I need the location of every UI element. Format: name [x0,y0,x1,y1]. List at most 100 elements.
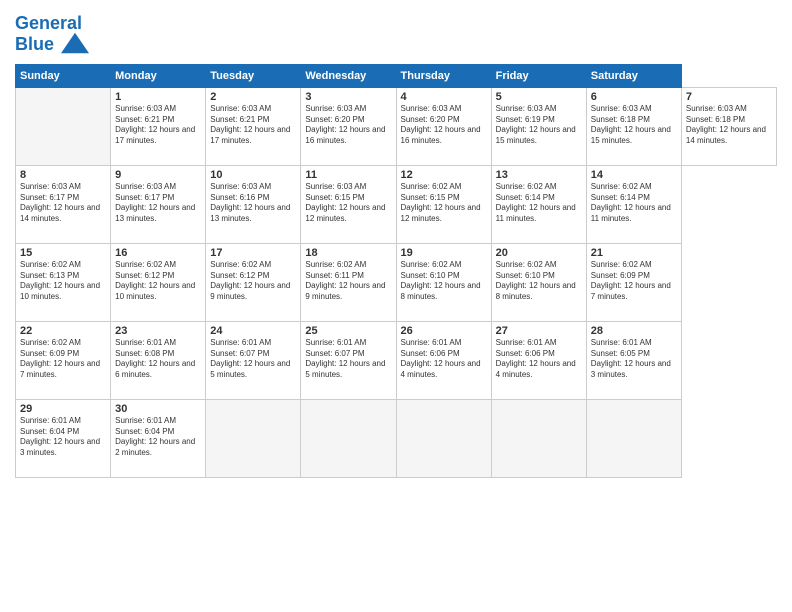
day-number: 11 [305,169,391,181]
day-info: Sunrise: 6:02 AMSunset: 6:15 PMDaylight:… [401,182,487,225]
day-number: 17 [210,247,296,259]
calendar-cell: 18Sunrise: 6:02 AMSunset: 6:11 PMDayligh… [301,243,396,321]
day-info: Sunrise: 6:03 AMSunset: 6:16 PMDaylight:… [210,182,296,225]
day-info: Sunrise: 6:01 AMSunset: 6:07 PMDaylight:… [305,338,391,381]
calendar-cell: 7Sunrise: 6:03 AMSunset: 6:18 PMDaylight… [681,87,776,165]
day-number: 5 [496,91,582,103]
day-number: 16 [115,247,201,259]
day-number: 2 [210,91,296,103]
day-info: Sunrise: 6:03 AMSunset: 6:18 PMDaylight:… [686,104,772,147]
calendar-cell: 2Sunrise: 6:03 AMSunset: 6:21 PMDaylight… [206,87,301,165]
calendar-cell: 19Sunrise: 6:02 AMSunset: 6:10 PMDayligh… [396,243,491,321]
day-info: Sunrise: 6:02 AMSunset: 6:14 PMDaylight:… [496,182,582,225]
day-info: Sunrise: 6:02 AMSunset: 6:10 PMDaylight:… [496,260,582,303]
day-info: Sunrise: 6:02 AMSunset: 6:12 PMDaylight:… [115,260,201,303]
day-info: Sunrise: 6:03 AMSunset: 6:18 PMDaylight:… [591,104,677,147]
calendar-cell: 17Sunrise: 6:02 AMSunset: 6:12 PMDayligh… [206,243,301,321]
calendar-cell: 14Sunrise: 6:02 AMSunset: 6:14 PMDayligh… [586,165,681,243]
calendar-cell: 26Sunrise: 6:01 AMSunset: 6:06 PMDayligh… [396,321,491,399]
calendar-cell: 1Sunrise: 6:03 AMSunset: 6:21 PMDaylight… [111,87,206,165]
day-info: Sunrise: 6:03 AMSunset: 6:15 PMDaylight:… [305,182,391,225]
calendar-cell [586,399,681,477]
logo-blue: Blue [15,34,54,54]
day-number: 29 [20,403,106,415]
calendar-cell [491,399,586,477]
calendar-cell: 27Sunrise: 6:01 AMSunset: 6:06 PMDayligh… [491,321,586,399]
day-number: 1 [115,91,201,103]
col-header-thursday: Thursday [396,64,491,87]
day-info: Sunrise: 6:02 AMSunset: 6:09 PMDaylight:… [20,338,106,381]
day-number: 7 [686,91,772,103]
col-header-friday: Friday [491,64,586,87]
col-header-tuesday: Tuesday [206,64,301,87]
col-header-monday: Monday [111,64,206,87]
calendar-cell: 6Sunrise: 6:03 AMSunset: 6:18 PMDaylight… [586,87,681,165]
day-info: Sunrise: 6:01 AMSunset: 6:08 PMDaylight:… [115,338,201,381]
day-number: 20 [496,247,582,259]
day-number: 13 [496,169,582,181]
day-number: 4 [401,91,487,103]
calendar-cell: 21Sunrise: 6:02 AMSunset: 6:09 PMDayligh… [586,243,681,321]
day-number: 27 [496,325,582,337]
calendar-cell: 9Sunrise: 6:03 AMSunset: 6:17 PMDaylight… [111,165,206,243]
day-number: 23 [115,325,201,337]
day-info: Sunrise: 6:03 AMSunset: 6:17 PMDaylight:… [20,182,106,225]
day-info: Sunrise: 6:02 AMSunset: 6:11 PMDaylight:… [305,260,391,303]
day-number: 25 [305,325,391,337]
calendar-cell: 10Sunrise: 6:03 AMSunset: 6:16 PMDayligh… [206,165,301,243]
col-header-wednesday: Wednesday [301,64,396,87]
calendar-cell: 20Sunrise: 6:02 AMSunset: 6:10 PMDayligh… [491,243,586,321]
day-number: 3 [305,91,391,103]
empty-cell [16,87,111,165]
day-number: 10 [210,169,296,181]
day-number: 26 [401,325,487,337]
logo-general: General [15,13,82,33]
day-info: Sunrise: 6:01 AMSunset: 6:06 PMDaylight:… [496,338,582,381]
day-number: 8 [20,169,106,181]
logo: General Blue [15,14,89,56]
day-info: Sunrise: 6:01 AMSunset: 6:07 PMDaylight:… [210,338,296,381]
day-number: 21 [591,247,677,259]
calendar-table: SundayMondayTuesdayWednesdayThursdayFrid… [15,64,777,478]
day-number: 9 [115,169,201,181]
day-number: 18 [305,247,391,259]
calendar-cell [396,399,491,477]
day-number: 15 [20,247,106,259]
day-number: 14 [591,169,677,181]
calendar-cell: 29Sunrise: 6:01 AMSunset: 6:04 PMDayligh… [16,399,111,477]
calendar-cell: 5Sunrise: 6:03 AMSunset: 6:19 PMDaylight… [491,87,586,165]
calendar-cell: 4Sunrise: 6:03 AMSunset: 6:20 PMDaylight… [396,87,491,165]
calendar-cell: 12Sunrise: 6:02 AMSunset: 6:15 PMDayligh… [396,165,491,243]
day-number: 12 [401,169,487,181]
day-info: Sunrise: 6:03 AMSunset: 6:21 PMDaylight:… [210,104,296,147]
calendar-cell: 24Sunrise: 6:01 AMSunset: 6:07 PMDayligh… [206,321,301,399]
day-info: Sunrise: 6:03 AMSunset: 6:21 PMDaylight:… [115,104,201,147]
calendar-cell [206,399,301,477]
day-info: Sunrise: 6:01 AMSunset: 6:06 PMDaylight:… [401,338,487,381]
day-info: Sunrise: 6:02 AMSunset: 6:12 PMDaylight:… [210,260,296,303]
day-info: Sunrise: 6:03 AMSunset: 6:20 PMDaylight:… [401,104,487,147]
page-header: General Blue [15,10,777,56]
calendar-cell: 22Sunrise: 6:02 AMSunset: 6:09 PMDayligh… [16,321,111,399]
day-info: Sunrise: 6:03 AMSunset: 6:19 PMDaylight:… [496,104,582,147]
calendar-cell: 28Sunrise: 6:01 AMSunset: 6:05 PMDayligh… [586,321,681,399]
day-info: Sunrise: 6:03 AMSunset: 6:20 PMDaylight:… [305,104,391,147]
day-info: Sunrise: 6:01 AMSunset: 6:05 PMDaylight:… [591,338,677,381]
day-info: Sunrise: 6:02 AMSunset: 6:13 PMDaylight:… [20,260,106,303]
calendar-cell: 8Sunrise: 6:03 AMSunset: 6:17 PMDaylight… [16,165,111,243]
day-number: 30 [115,403,201,415]
day-number: 24 [210,325,296,337]
calendar-cell: 23Sunrise: 6:01 AMSunset: 6:08 PMDayligh… [111,321,206,399]
calendar-cell: 15Sunrise: 6:02 AMSunset: 6:13 PMDayligh… [16,243,111,321]
calendar-cell: 11Sunrise: 6:03 AMSunset: 6:15 PMDayligh… [301,165,396,243]
calendar-cell: 3Sunrise: 6:03 AMSunset: 6:20 PMDaylight… [301,87,396,165]
day-info: Sunrise: 6:02 AMSunset: 6:14 PMDaylight:… [591,182,677,225]
day-info: Sunrise: 6:01 AMSunset: 6:04 PMDaylight:… [20,416,106,459]
day-number: 28 [591,325,677,337]
day-number: 22 [20,325,106,337]
calendar-cell: 25Sunrise: 6:01 AMSunset: 6:07 PMDayligh… [301,321,396,399]
day-number: 6 [591,91,677,103]
calendar-cell: 16Sunrise: 6:02 AMSunset: 6:12 PMDayligh… [111,243,206,321]
col-header-sunday: Sunday [16,64,111,87]
day-info: Sunrise: 6:03 AMSunset: 6:17 PMDaylight:… [115,182,201,225]
